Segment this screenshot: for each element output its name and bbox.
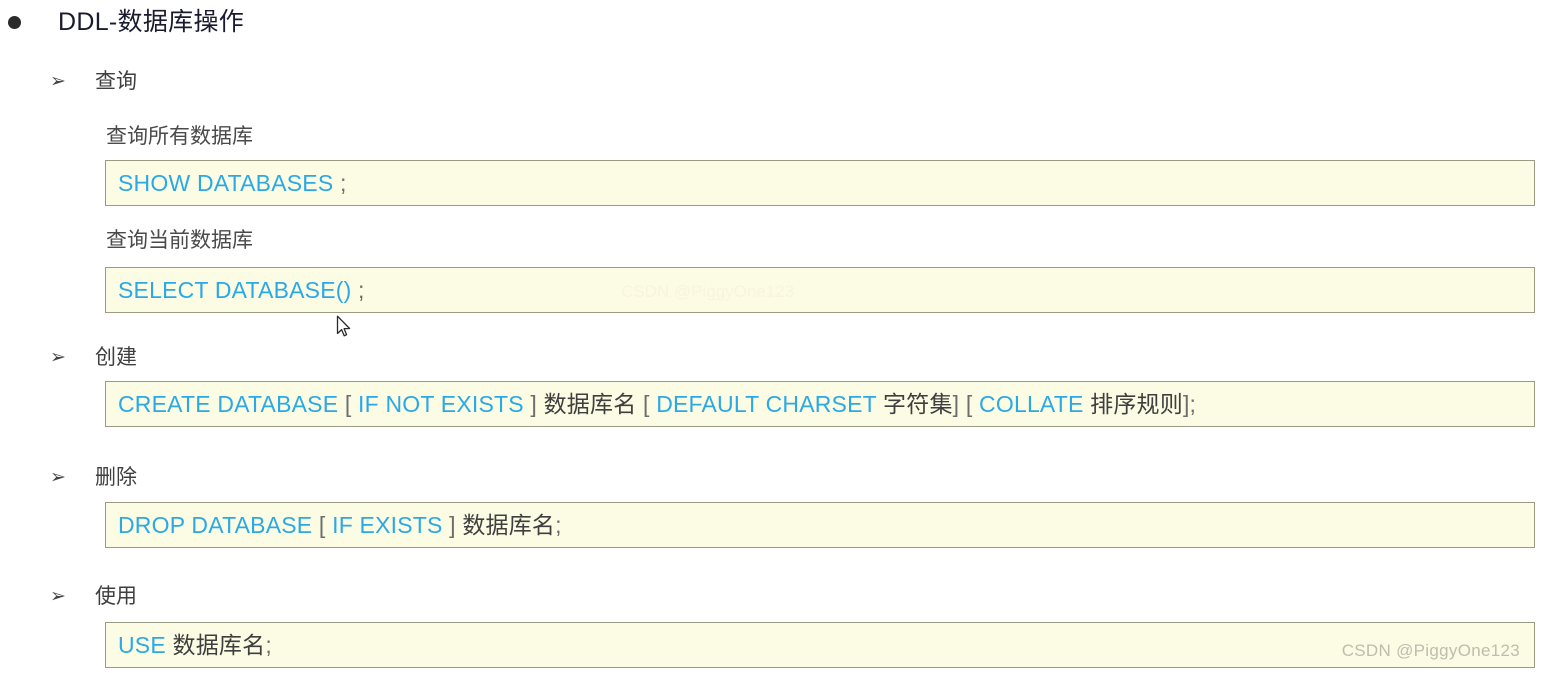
sql-bracket-close: ] [ [952,390,980,417]
sql-terminator: ; [555,511,562,538]
sql-keyword: CREATE DATABASE [118,390,339,417]
section-heading-drop-row: ➢ 删除 [0,462,137,492]
sql-bracket-open: [ [636,390,657,417]
sql-terminator: ]; [1182,390,1197,417]
sql-space [166,632,173,658]
chevron-right-icon: ➢ [50,466,66,488]
page-title: DDL-数据库操作 [58,7,245,36]
sql-keyword: USE [118,631,166,658]
code-block-select-database[interactable]: SELECT DATABASE() ; CSDN @PiggyOne123 [105,267,1535,313]
sql-bracket-open: [ [312,511,333,538]
sql-keyword: DEFAULT CHARSET [656,390,877,417]
sql-keyword: SHOW DATABASES [118,169,334,196]
section-heading-create-row: ➢ 创建 [0,342,137,372]
sql-keyword: SELECT DATABASE() [118,276,352,303]
code-line-use-database: USE 数据库名; [118,631,272,658]
sub-label-all-databases: 查询所有数据库 [106,125,253,148]
section-heading-query: 查询 [95,69,137,93]
chevron-right-icon: ➢ [50,346,66,368]
sql-keyword: IF NOT EXISTS [358,390,524,417]
sql-bracket-close: ] [523,390,544,417]
section-heading-drop: 删除 [95,465,137,489]
sql-bracket-open: [ [338,390,359,417]
sub-label-current-database: 查询当前数据库 [106,229,253,252]
sql-punctuation: ; [333,169,347,196]
code-line-create-database: CREATE DATABASE [ IF NOT EXISTS ] 数据库名 [… [118,390,1197,417]
sql-placeholder: 排序规则 [1083,390,1183,417]
bullet-dot-icon [8,15,21,29]
code-block-create-database[interactable]: CREATE DATABASE [ IF NOT EXISTS ] 数据库名 [… [105,381,1535,427]
code-line-drop-database: DROP DATABASE [ IF EXISTS ] 数据库名; [118,511,562,538]
mouse-cursor-icon [336,315,351,337]
watermark-faint: CSDN @PiggyOne123 [621,282,795,301]
sql-placeholder: 数据库名 [543,390,637,417]
section-heading-use-row: ➢ 使用 [0,581,137,611]
page-title-row: DDL-数据库操作 [0,0,1543,44]
code-block-drop-database[interactable]: DROP DATABASE [ IF EXISTS ] 数据库名; [105,502,1535,548]
code-line-select-database: SELECT DATABASE() ; [118,276,365,303]
section-heading-create: 创建 [95,345,137,369]
section-heading-query-row: ➢ 查询 [0,66,137,96]
sql-keyword: IF EXISTS [332,511,443,538]
chevron-right-icon: ➢ [50,70,66,92]
code-block-show-databases[interactable]: SHOW DATABASES ; [105,160,1535,206]
chevron-right-icon: ➢ [50,585,66,607]
sql-placeholder: 数据库名 [462,511,556,538]
code-block-use-database[interactable]: USE 数据库名; CSDN @PiggyOne123 [105,622,1535,668]
sql-placeholder: 字符集 [876,390,953,417]
sql-terminator: ; [265,631,272,658]
watermark-csdn: CSDN @PiggyOne123 [1341,641,1520,660]
sql-placeholder: 数据库名 [172,631,266,658]
code-line-show-databases: SHOW DATABASES ; [118,169,347,196]
section-heading-use: 使用 [95,584,137,608]
sql-bracket-close: ] [442,511,463,538]
sql-keyword: DROP DATABASE [118,511,313,538]
sql-keyword: COLLATE [979,390,1084,417]
sql-punctuation: ; [351,276,365,303]
